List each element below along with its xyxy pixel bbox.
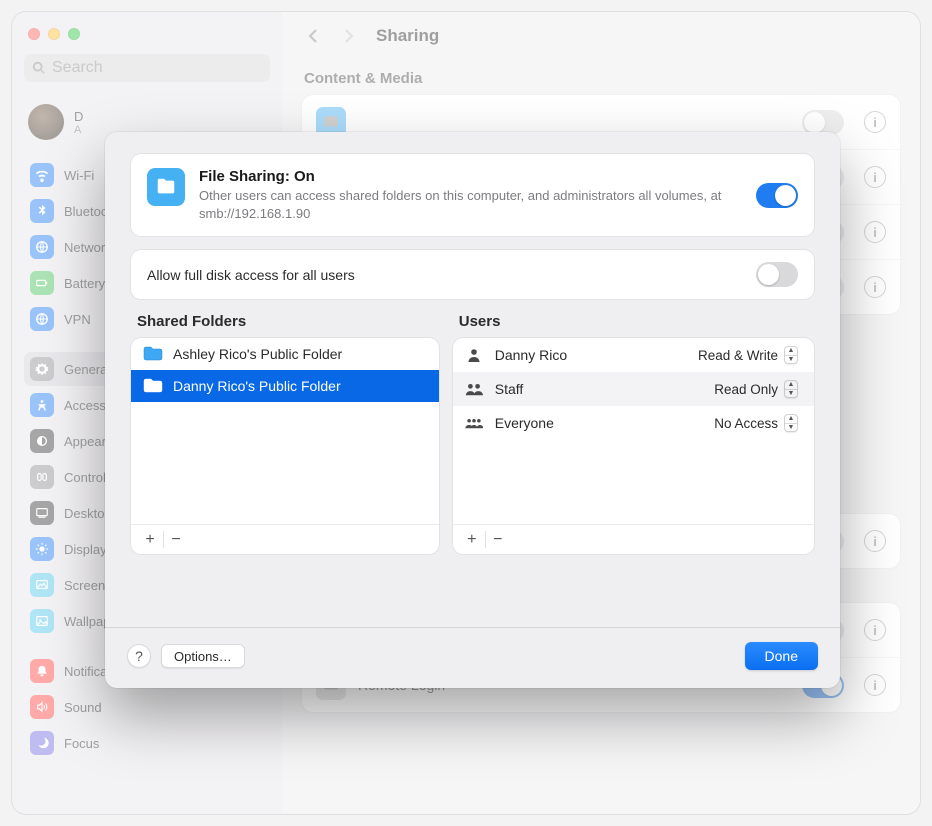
info-button[interactable]: i <box>864 530 886 552</box>
add-user-button[interactable]: + <box>459 525 485 554</box>
shared-folder-item[interactable]: Danny Rico's Public Folder <box>131 370 439 402</box>
user-icon <box>463 416 485 430</box>
saver-icon <box>30 573 54 597</box>
users-label: Users <box>459 313 812 330</box>
search-icon <box>32 61 46 75</box>
file-sharing-title: File Sharing: On <box>199 168 742 185</box>
sidebar-item-label: VPN <box>64 312 91 327</box>
globe-icon <box>30 235 54 259</box>
service-toggle[interactable] <box>802 110 844 135</box>
user-name: Staff <box>495 381 696 397</box>
wall-icon <box>30 609 54 633</box>
page-title: Sharing <box>376 26 439 46</box>
full-disk-access-toggle[interactable] <box>756 262 798 287</box>
file-sharing-toggle[interactable] <box>756 183 798 208</box>
minimize-window-button[interactable] <box>48 28 60 40</box>
account-sub: A <box>74 124 83 136</box>
appear-icon <box>30 429 54 453</box>
zoom-window-button[interactable] <box>68 28 80 40</box>
shared-folder-item[interactable]: Ashley Rico's Public Folder <box>131 338 439 370</box>
info-button[interactable]: i <box>864 221 886 243</box>
remove-folder-button[interactable]: − <box>163 525 189 554</box>
globe-icon <box>30 307 54 331</box>
forward-button[interactable] <box>340 27 358 45</box>
info-button[interactable]: i <box>864 166 886 188</box>
sidebar-item-sound[interactable]: Sound <box>24 690 270 724</box>
shared-folders-list[interactable]: Ashley Rico's Public Folder Danny Rico's … <box>131 338 439 554</box>
gear-icon <box>30 357 54 381</box>
add-folder-button[interactable]: + <box>137 525 163 554</box>
sidebar-item-label: Battery <box>64 276 105 291</box>
remove-user-button[interactable]: − <box>485 525 511 554</box>
battery-icon <box>30 271 54 295</box>
info-button[interactable]: i <box>864 276 886 298</box>
user-permission-row[interactable]: Staff Read Only ▲▼ <box>453 372 814 406</box>
permission-select[interactable]: Read Only ▲▼ <box>706 379 804 399</box>
bell-icon <box>30 659 54 683</box>
permission-value: Read & Write <box>698 348 778 363</box>
stepper-icon: ▲▼ <box>784 346 798 364</box>
user-permission-row[interactable]: Danny Rico Read & Write ▲▼ <box>453 338 814 372</box>
moon-icon <box>30 731 54 755</box>
file-sharing-icon <box>147 168 185 206</box>
stepper-icon: ▲▼ <box>784 414 798 432</box>
file-sharing-subtitle: Other users can access shared folders on… <box>199 187 742 222</box>
file-sharing-dialog: File Sharing: On Other users can access … <box>105 132 840 688</box>
sidebar-item-label: Wi-Fi <box>64 168 94 183</box>
shared-folders-label: Shared Folders <box>137 313 437 330</box>
user-icon <box>463 382 485 396</box>
users-list[interactable]: Danny Rico Read & Write ▲▼ Staff Read Only ▲▼… <box>453 338 814 554</box>
sound-icon <box>30 695 54 719</box>
user-name: Danny Rico <box>495 347 680 363</box>
display-icon <box>30 537 54 561</box>
header: Sharing <box>302 22 900 60</box>
info-button[interactable]: i <box>864 111 886 133</box>
full-disk-access-label: Allow full disk access for all users <box>147 267 355 283</box>
search-input[interactable]: Search <box>24 54 270 82</box>
sidebar-item-label: Focus <box>64 736 99 751</box>
back-button[interactable] <box>304 27 322 45</box>
avatar <box>28 104 64 140</box>
sidebar-item-label: General <box>64 362 110 377</box>
info-button[interactable]: i <box>864 619 886 641</box>
info-button[interactable]: i <box>864 674 886 696</box>
desktop-icon <box>30 501 54 525</box>
file-sharing-status-box: File Sharing: On Other users can access … <box>131 154 814 236</box>
full-disk-access-box: Allow full disk access for all users <box>131 250 814 299</box>
control-icon <box>30 465 54 489</box>
permission-select[interactable]: No Access ▲▼ <box>706 413 804 433</box>
folder-icon <box>143 346 163 362</box>
user-icon <box>463 348 485 362</box>
options-button[interactable]: Options… <box>161 644 245 668</box>
close-window-button[interactable] <box>28 28 40 40</box>
access-icon <box>30 393 54 417</box>
section-content-media: Content & Media <box>304 70 898 87</box>
wifi-icon <box>30 163 54 187</box>
folder-name: Danny Rico's Public Folder <box>173 378 341 394</box>
sidebar-item-focus[interactable]: Focus <box>24 726 270 760</box>
permission-select[interactable]: Read & Write ▲▼ <box>690 345 804 365</box>
done-button[interactable]: Done <box>745 642 818 670</box>
sidebar-item-label: Sound <box>64 700 102 715</box>
user-permission-row[interactable]: Everyone No Access ▲▼ <box>453 406 814 440</box>
folder-name: Ashley Rico's Public Folder <box>173 346 342 362</box>
bluetooth-icon <box>30 199 54 223</box>
search-placeholder: Search <box>52 59 103 77</box>
stepper-icon: ▲▼ <box>784 380 798 398</box>
help-button[interactable]: ? <box>127 644 151 668</box>
folder-icon <box>143 378 163 394</box>
account-initial: D <box>74 109 83 124</box>
permission-value: Read Only <box>714 382 778 397</box>
user-name: Everyone <box>495 415 696 431</box>
dialog-footer: ? Options… Done <box>105 628 840 688</box>
window-controls <box>24 22 270 54</box>
permission-value: No Access <box>714 416 778 431</box>
